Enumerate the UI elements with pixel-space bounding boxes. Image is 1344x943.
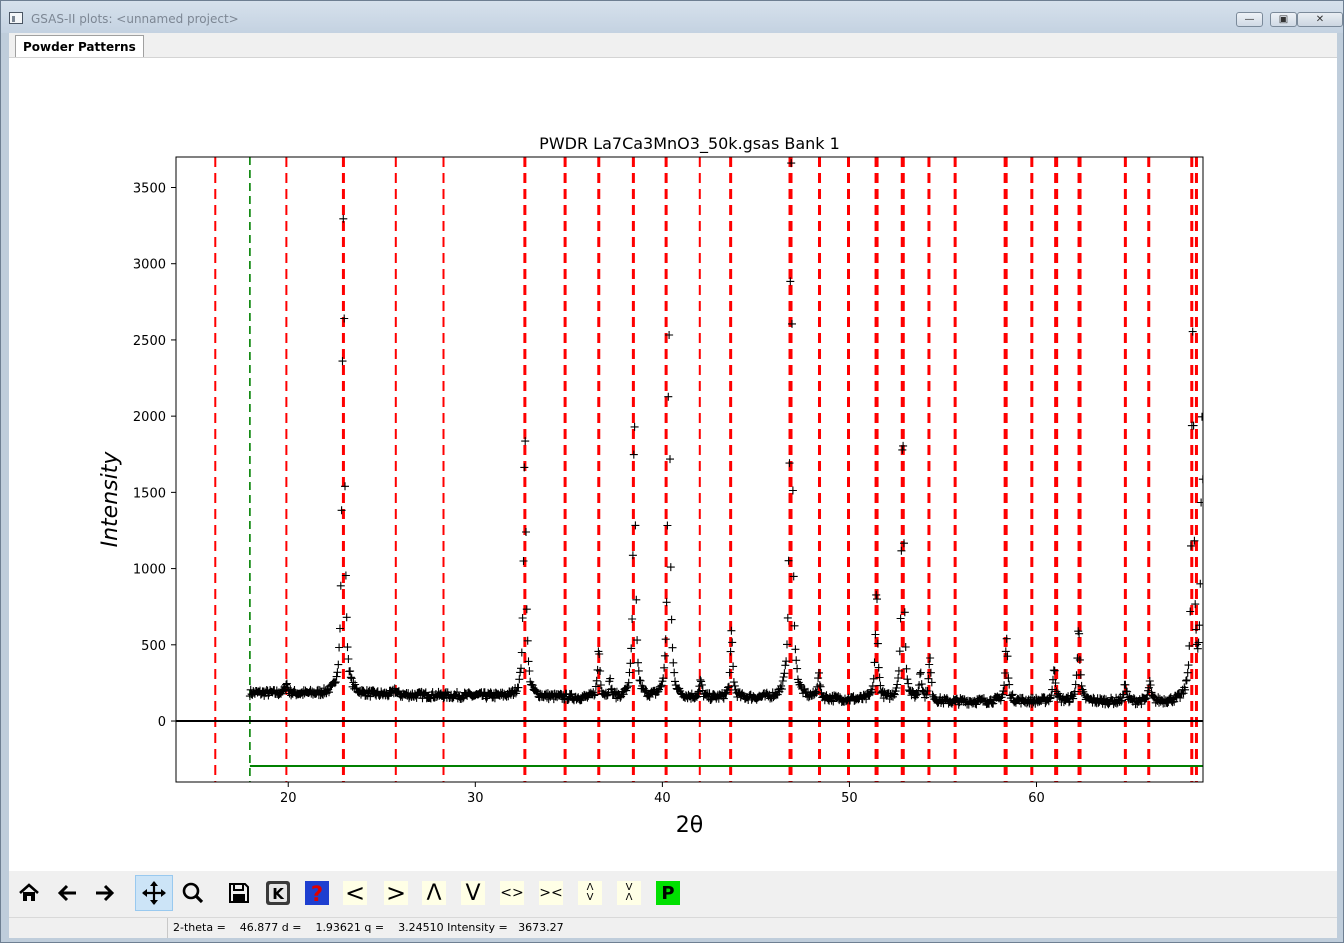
y-tick-label: 3000 (133, 258, 166, 273)
home-button[interactable] (10, 875, 48, 911)
shift-right-icon: > (384, 879, 408, 907)
question-icon: ? (305, 881, 329, 906)
svg-text:K: K (272, 885, 285, 903)
shift-right-button[interactable]: > (377, 875, 415, 911)
y-tick-label: 2000 (133, 410, 166, 425)
observed-points (245, 159, 1203, 709)
shrink-y-icon: V Λ (617, 881, 641, 905)
shift-left-button[interactable]: < (336, 875, 374, 911)
publish-button[interactable]: P (649, 875, 687, 911)
magnifier-icon (182, 882, 204, 904)
y-tick-label: 2500 (133, 334, 166, 349)
key-press-button[interactable]: K (259, 875, 297, 911)
app-icon (9, 12, 23, 24)
tab-strip: Powder Patterns (9, 33, 1337, 58)
status-bar: 2-theta = 46.877 d = 1.93621 q = 3.24510… (9, 917, 1337, 938)
close-button[interactable]: ✕ (1297, 12, 1343, 27)
x-axis-ticks: 20 30 40 50 60 (280, 782, 1045, 806)
app-window: GSAS-II plots: <unnamed project> — ▣ ✕ P… (0, 0, 1344, 943)
y-tick-label: 1500 (133, 486, 166, 501)
arrow-left-icon (57, 884, 76, 902)
minimize-button[interactable]: — (1236, 12, 1263, 27)
arrow-right-icon (96, 884, 115, 902)
expand-y-button[interactable]: Λ V (571, 875, 609, 911)
powder-pattern-plot[interactable]: 20 30 40 50 60 0500100015002000250030003500 … (9, 57, 1337, 871)
zoom-button[interactable] (174, 875, 212, 911)
minimize-icon: — (1244, 14, 1255, 25)
x-tick-label: 40 (654, 791, 671, 806)
shift-up-icon: Λ (422, 881, 446, 906)
tab-powder-patterns[interactable]: Powder Patterns (15, 35, 144, 57)
y-tick-label: 3500 (133, 181, 166, 196)
expand-x-button[interactable]: <> (493, 875, 531, 911)
pan-button[interactable] (135, 875, 173, 911)
plot-toolbar: K ? < > Λ V <> >< Λ V V Λ P (9, 871, 1337, 917)
expand-y-icon: Λ V (578, 881, 602, 905)
x-tick-label: 30 (467, 791, 484, 806)
maximize-icon: ▣ (1278, 14, 1289, 25)
y-tick-label: 0 (158, 715, 166, 730)
floppy-icon (229, 883, 249, 903)
expand-x-icon: <> (500, 881, 524, 905)
cursor-readout: 2-theta = 46.877 d = 1.93621 q = 3.24510… (167, 918, 564, 938)
shift-down-icon: V (461, 881, 485, 906)
client-area: Powder Patterns 20 30 40 50 60 0 500 1000 1500 2… (9, 33, 1337, 938)
help-button[interactable]: ? (298, 875, 336, 911)
shrink-y-button[interactable]: V Λ (610, 875, 648, 911)
y-tick-label: 500 (141, 639, 166, 654)
save-button[interactable] (220, 875, 258, 911)
title-bar[interactable]: GSAS-II plots: <unnamed project> — ▣ ✕ (1, 1, 1343, 33)
shift-up-button[interactable]: Λ (415, 875, 453, 911)
y-axis-label: Intensity (98, 451, 123, 548)
x-tick-label: 20 (280, 791, 297, 806)
window-title: GSAS-II plots: <unnamed project> (31, 12, 239, 26)
y-tick-label: 1000 (133, 563, 166, 578)
x-tick-label: 50 (841, 791, 858, 806)
y-axis-ticks: 0 500 1000 1500 2000 2500 3000 3500 (133, 181, 176, 730)
shift-left-icon: < (343, 879, 367, 907)
x-tick-label: 60 (1028, 791, 1045, 806)
home-icon (19, 883, 39, 901)
svg-text:?: ? (311, 882, 323, 906)
chart-title: PWDR La7Ca3MnO3_50k.gsas Bank 1 (539, 134, 840, 154)
shrink-x-icon: >< (539, 881, 563, 905)
x-axis-label: 2θ (676, 813, 703, 838)
shift-down-button[interactable]: V (454, 875, 492, 911)
forward-button[interactable] (86, 875, 124, 911)
close-icon: ✕ (1315, 14, 1325, 25)
publish-icon: P (656, 881, 680, 905)
move-icon (142, 881, 166, 905)
shrink-x-button[interactable]: >< (532, 875, 570, 911)
maximize-button[interactable]: ▣ (1270, 12, 1297, 27)
key-icon: K (266, 881, 290, 905)
observed-markers (245, 159, 1203, 709)
back-button[interactable] (48, 875, 86, 911)
